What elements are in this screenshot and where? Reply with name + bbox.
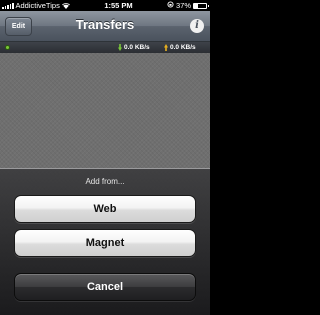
info-icon[interactable]: i [190,19,204,33]
status-bar: AddictiveTips 1:55 PM 37% [0,0,210,11]
download-arrow-icon [118,44,122,51]
status-indicator-icon [5,45,10,50]
status-bar-right: 37% [167,0,210,11]
page-title: Transfers [75,17,135,32]
cancel-button[interactable]: Cancel [14,273,196,301]
web-button[interactable]: Web [14,195,196,223]
signal-strength-icon [2,2,14,9]
status-bar-left: AddictiveTips [0,0,80,11]
action-sheet-title: Add from... [85,177,125,186]
transfer-speed-bar: 0.0 KB/s 0.0 KB/s [0,42,210,53]
battery-icon [193,2,209,9]
battery-percent: 37% [175,1,191,10]
upload-speed: 0.0 KB/s [170,44,196,51]
wifi-icon [61,2,70,9]
clock: 1:55 PM [104,1,133,10]
rotation-lock-icon [167,0,174,11]
add-from-action-sheet: Add from... Web Magnet Cancel [0,168,210,315]
download-speed-group: 0.0 KB/s [118,42,150,53]
carrier-name: AddictiveTips [15,1,60,10]
battery-level-fill [194,3,199,8]
upload-speed-group: 0.0 KB/s [164,42,196,53]
download-speed: 0.0 KB/s [124,44,150,51]
magnet-button[interactable]: Magnet [14,229,196,257]
navigation-bar: Edit Transfers i [0,11,210,42]
upload-arrow-icon [164,44,168,51]
